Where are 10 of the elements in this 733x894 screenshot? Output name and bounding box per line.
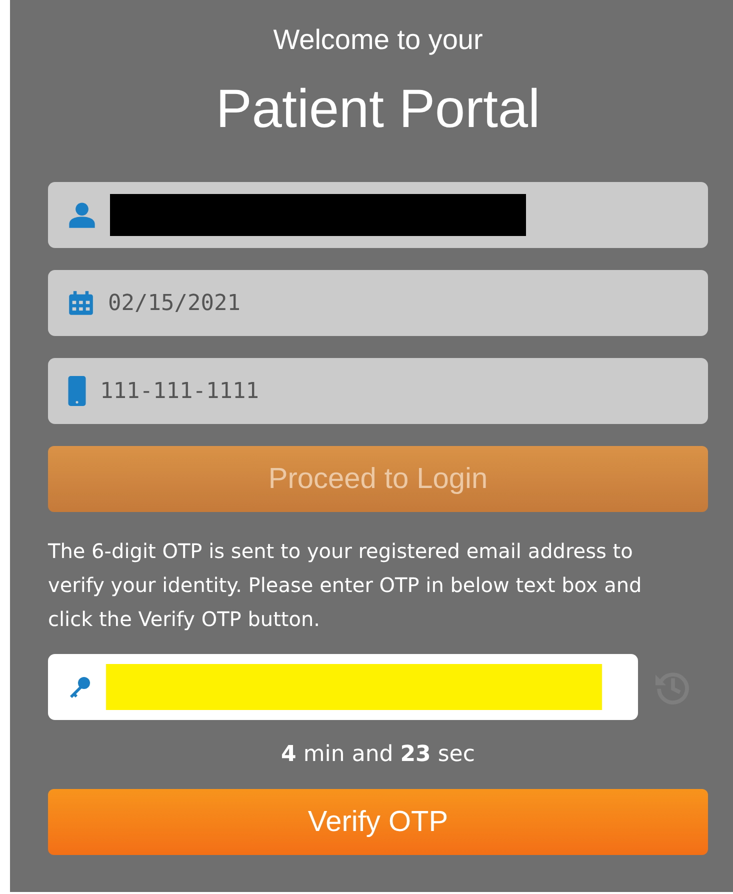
calendar-icon: [68, 289, 94, 317]
instructions-text: The 6-digit OTP is sent to your registered email address to verify your identity. Please enter OTP in below text box and click the Verify OTP button.: [48, 538, 643, 633]
user-icon: [68, 201, 96, 229]
verify-button[interactable]: Verify OTP: [48, 789, 708, 855]
phone-icon: [68, 376, 86, 406]
portal-title: Patient Portal: [216, 78, 540, 140]
otp-field[interactable]: [48, 654, 638, 720]
welcome-text: Welcome to your: [273, 23, 483, 57]
countdown-text: 4 min and 23 sec: [281, 742, 475, 767]
key-icon: [68, 675, 92, 699]
